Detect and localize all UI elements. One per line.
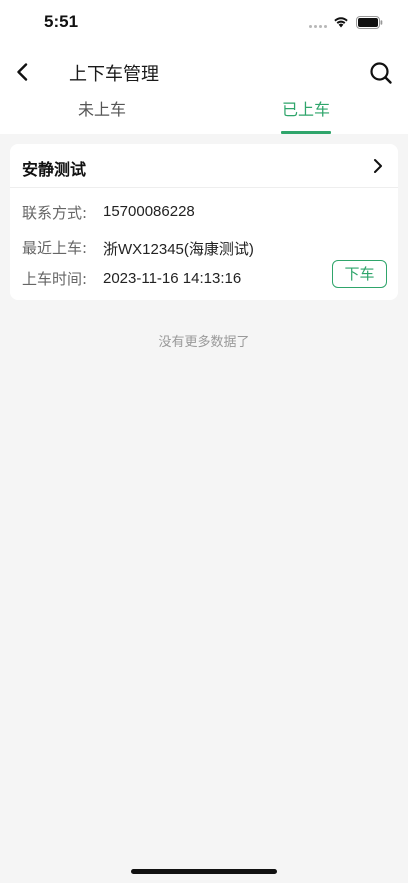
wifi-icon bbox=[334, 17, 348, 28]
search-icon bbox=[370, 62, 392, 84]
contact-value: 15700086228 bbox=[103, 203, 195, 220]
alight-button[interactable]: 下车 bbox=[332, 260, 387, 288]
contact-label: 联系方式: bbox=[22, 204, 88, 222]
chevron-left-icon bbox=[17, 63, 28, 81]
last-boarding-label: 最近上车: bbox=[22, 239, 88, 257]
active-tab-indicator bbox=[281, 131, 331, 134]
home-indicator bbox=[131, 869, 277, 874]
tab-bar: 未上车 已上车 bbox=[0, 96, 408, 134]
last-boarding-value: 浙WX12345(海康测试) bbox=[103, 241, 254, 258]
search-button[interactable] bbox=[366, 58, 396, 88]
status-bar: 5:51 bbox=[0, 0, 408, 48]
tab-not-boarded[interactable]: 未上车 bbox=[42, 96, 162, 134]
passenger-name: 安静测试 bbox=[22, 160, 87, 179]
signal-dots-icon bbox=[309, 25, 329, 29]
app-screen: 5:51 上下车管理 未上车 已上车 安静测试 联系方式: 1570008622… bbox=[0, 0, 408, 883]
passenger-card-header[interactable]: 安静测试 bbox=[10, 144, 398, 188]
status-time: 5:51 bbox=[44, 12, 79, 31]
boarding-time-label: 上车时间: bbox=[22, 270, 88, 288]
battery-icon bbox=[356, 16, 383, 29]
page-title: 上下车管理 bbox=[69, 64, 159, 85]
nav-bar: 上下车管理 bbox=[0, 48, 408, 96]
back-button[interactable] bbox=[10, 56, 38, 88]
no-more-data-text: 没有更多数据了 bbox=[158, 335, 250, 350]
boarding-time-value: 2023-11-16 14:13:16 bbox=[103, 270, 242, 287]
chevron-right-icon bbox=[374, 159, 382, 173]
tab-boarded[interactable]: 已上车 bbox=[246, 96, 366, 134]
passenger-card: 安静测试 联系方式: 15700086228 最近上车: 浙WX12345(海康… bbox=[10, 144, 398, 300]
